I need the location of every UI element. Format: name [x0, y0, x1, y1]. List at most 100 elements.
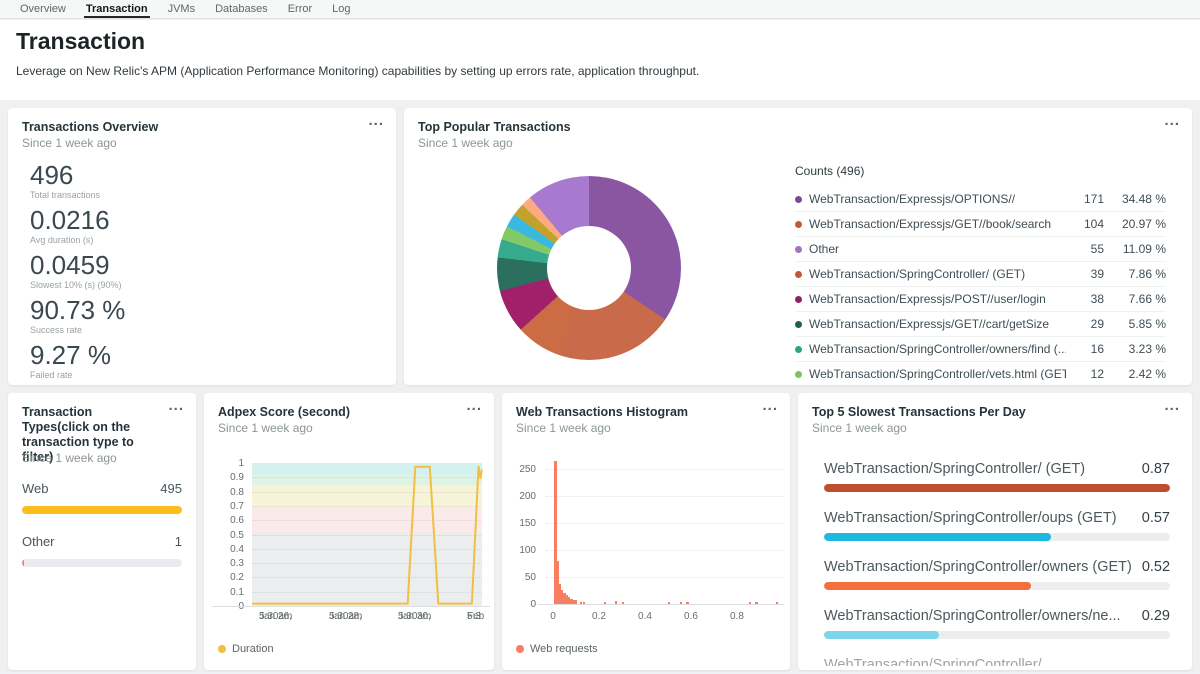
histogram-x-axis-line — [538, 604, 784, 605]
panel-subtitle: Since 1 week ago — [516, 421, 611, 435]
slowest-bar-track — [824, 631, 1170, 639]
duration-legend-label: Duration — [232, 643, 274, 655]
panel-subtitle: Since 1 week ago — [812, 421, 907, 435]
metric: 90.73 %Success rate — [30, 297, 125, 335]
panel-menu-icon[interactable]: ... — [1164, 112, 1180, 129]
histogram-y-tick: 0 — [508, 599, 536, 610]
legend-color-dot — [795, 321, 802, 328]
metric-value: 90.73 % — [30, 297, 125, 324]
metric: 9.27 %Failed rate — [30, 342, 125, 380]
panel-transaction-types: Transaction Types(click on the transacti… — [8, 393, 196, 670]
metric-label: Success rate — [30, 325, 125, 335]
histogram-legend[interactable]: Web requests — [516, 643, 598, 655]
panel-menu-icon[interactable]: ... — [368, 112, 384, 129]
metric: 496Total transactions — [30, 162, 125, 200]
nav-tab-overview[interactable]: Overview — [10, 0, 76, 18]
metric-label: Total transactions — [30, 190, 125, 200]
histogram-chart[interactable] — [546, 454, 784, 604]
slowest-row-text: WebTransaction/SpringController/ (GET) 0.… — [824, 461, 1170, 477]
legend-row[interactable]: WebTransaction/SpringController/vets.htm… — [795, 362, 1166, 380]
type-name: Web — [22, 481, 49, 496]
type-bar-track — [22, 559, 182, 567]
legend-count: 16 — [1066, 342, 1104, 356]
slowest-row[interactable]: WebTransaction/SpringController/oups (GE… — [824, 510, 1170, 526]
metric-value: 0.0459 — [30, 252, 125, 279]
histogram-gridline — [546, 523, 784, 524]
legend-row[interactable]: WebTransaction/SpringController/ (GET)39… — [795, 262, 1166, 287]
legend-color-dot — [795, 296, 802, 303]
slowest-row[interactable]: WebTransaction/SpringController/ (GET) 0.… — [824, 461, 1170, 477]
legend-row[interactable]: WebTransaction/Expressjs/POST//user/logi… — [795, 287, 1166, 312]
legend-label: WebTransaction/SpringController/owners/f… — [809, 342, 1066, 356]
legend-row[interactable]: Other5511.09 % — [795, 237, 1166, 262]
legend-row[interactable]: WebTransaction/Expressjs/OPTIONS//17134.… — [795, 187, 1166, 212]
type-label-row[interactable]: Web 495 — [22, 481, 182, 496]
legend-percent: 3.23 % — [1104, 342, 1166, 356]
panel-transactions-overview: Transactions Overview Since 1 week ago .… — [8, 108, 396, 385]
legend-label: WebTransaction/Expressjs/POST//user/logi… — [809, 292, 1066, 306]
legend-count: 171 — [1066, 192, 1104, 206]
top-navbar: OverviewTransactionJVMsDatabasesErrorLog — [0, 0, 1200, 19]
adpex-y-tick: 0.7 — [210, 501, 244, 512]
metric-value: 496 — [30, 162, 125, 189]
type-count: 495 — [160, 481, 182, 496]
legend-label: WebTransaction/Expressjs/GET//book/searc… — [809, 217, 1066, 231]
legend-row[interactable]: WebTransaction/Expressjs/GET//cart/getSi… — [795, 312, 1166, 337]
legend-count: 29 — [1066, 317, 1104, 331]
adpex-x-axis-line — [212, 606, 490, 607]
donut-chart[interactable] — [497, 176, 681, 360]
panel-top-5-slowest: Top 5 Slowest Transactions Per Day Since… — [798, 393, 1192, 670]
panel-menu-icon[interactable]: ... — [1164, 397, 1180, 414]
legend-color-dot — [795, 346, 802, 353]
panel-menu-icon[interactable]: ... — [466, 397, 482, 414]
histogram-gridline — [546, 577, 784, 578]
slowest-row[interactable]: WebTransaction/SpringController/owners/n… — [824, 608, 1170, 624]
adpex-y-tick: 0.5 — [210, 530, 244, 541]
adpex-y-tick: 0.4 — [210, 544, 244, 555]
adpex-y-tick: 0.9 — [210, 472, 244, 483]
panel-top-popular-transactions: Top Popular Transactions Since 1 week ag… — [404, 108, 1192, 385]
panel-menu-icon[interactable]: ... — [762, 397, 778, 414]
panel-title: Adpex Score (second) — [218, 405, 456, 420]
legend-count: 55 — [1066, 242, 1104, 256]
slowest-transaction-value: 0.87 — [1142, 461, 1170, 477]
legend-count: 38 — [1066, 292, 1104, 306]
legend-color-dot — [795, 371, 802, 378]
nav-tab-databases[interactable]: Databases — [205, 0, 278, 18]
legend-color-dot — [795, 246, 802, 253]
slowest-transaction-name: WebTransaction/SpringController/owners (… — [824, 559, 1132, 575]
histogram-y-tick: 200 — [508, 491, 536, 502]
panel-adpex-score: Adpex Score (second) Since 1 week ago ..… — [204, 393, 494, 670]
slowest-row[interactable]: WebTransaction/SpringController/owners (… — [824, 559, 1170, 575]
slowest-row[interactable]: WebTransaction/SpringController/... — [824, 657, 1170, 666]
nav-tab-transaction[interactable]: Transaction — [76, 0, 158, 18]
slowest-transaction-name: WebTransaction/SpringController/owners/n… — [824, 608, 1121, 624]
panel-title: Web Transactions Histogram — [516, 405, 752, 420]
adpex-legend[interactable]: Duration — [218, 643, 274, 655]
slowest-bar-fill — [824, 582, 1031, 590]
slowest-row-text: WebTransaction/SpringController/... — [824, 657, 1170, 666]
nav-tab-error[interactable]: Error — [278, 0, 322, 18]
histogram-x-tick: 0.8 — [722, 611, 752, 622]
metric-label: Failed rate — [30, 370, 125, 380]
nav-tab-log[interactable]: Log — [322, 0, 360, 18]
type-name: Other — [22, 534, 55, 549]
type-label-row[interactable]: Other1 — [22, 534, 182, 549]
nav-tab-jvms[interactable]: JVMs — [158, 0, 206, 18]
adpex-line-chart[interactable] — [252, 463, 482, 606]
pie-legend-rows: WebTransaction/Expressjs/OPTIONS//17134.… — [795, 187, 1166, 380]
legend-count: 104 — [1066, 217, 1104, 231]
panel-menu-icon[interactable]: ... — [168, 397, 184, 414]
legend-row[interactable]: WebTransaction/SpringController/owners/f… — [795, 337, 1166, 362]
legend-row[interactable]: WebTransaction/Expressjs/GET//book/searc… — [795, 212, 1166, 237]
panel-web-transactions-histogram: Web Transactions Histogram Since 1 week … — [502, 393, 790, 670]
histogram-x-tick: 0.6 — [676, 611, 706, 622]
slowest-transaction-name: WebTransaction/SpringController/ (GET) — [824, 461, 1085, 477]
type-bar-track — [22, 506, 182, 514]
panel-title: Top Popular Transactions — [418, 120, 1154, 135]
legend-percent: 20.97 % — [1104, 217, 1166, 231]
legend-percent: 7.66 % — [1104, 292, 1166, 306]
histogram-x-tick: 0.2 — [584, 611, 614, 622]
page-description: Leverage on New Relic's APM (Application… — [16, 64, 699, 78]
metric-value: 9.27 % — [30, 342, 125, 369]
